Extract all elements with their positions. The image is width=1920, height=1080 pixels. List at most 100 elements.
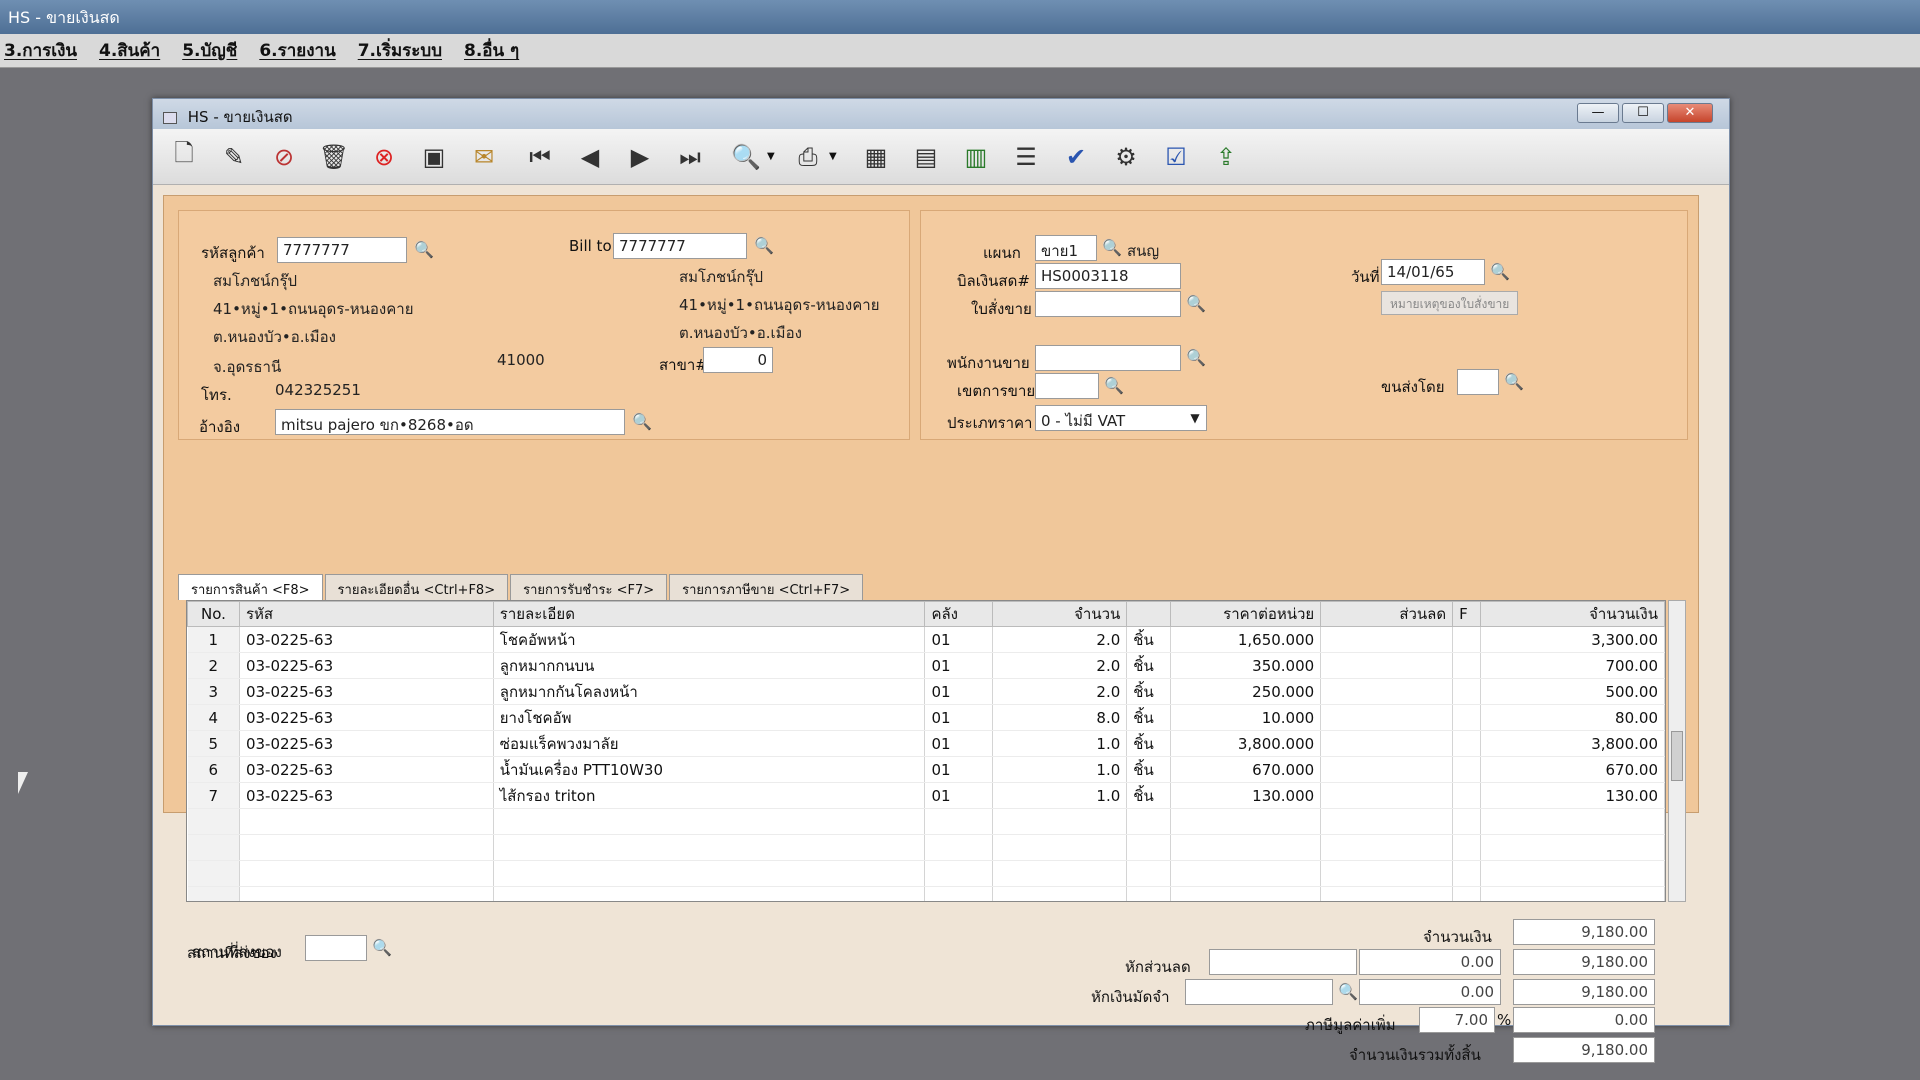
row-code[interactable]: 03-0225-63 — [239, 678, 494, 705]
row-unit[interactable]: ชิ้น — [1126, 782, 1172, 809]
tab-payments[interactable]: รายการรับชำระ <F7> — [510, 574, 668, 600]
row-discount[interactable] — [1320, 808, 1454, 835]
row-discount[interactable] — [1320, 756, 1454, 783]
row-no[interactable]: 1 — [187, 626, 240, 653]
row-discount[interactable] — [1320, 782, 1454, 809]
col-warehouse[interactable]: คลัง — [924, 601, 994, 627]
row-amount[interactable]: 130.00 — [1480, 782, 1665, 809]
table-row[interactable] — [187, 834, 1665, 861]
row-warehouse[interactable] — [924, 860, 994, 887]
row-amount[interactable]: 3,800.00 — [1480, 730, 1665, 757]
row-no[interactable]: 6 — [187, 756, 240, 783]
row-flag[interactable] — [1452, 782, 1482, 809]
row-no[interactable] — [187, 886, 240, 901]
tools-icon[interactable]: ⚙ — [1107, 138, 1145, 176]
cash-drawer-icon[interactable]: ▥ — [957, 138, 995, 176]
table-row[interactable]: 3 03-0225-63 ลูกหมากกันโคลงหน้า 01 2.0 ชิ้น 25… — [187, 678, 1665, 705]
menu-other[interactable]: 8.อื่น ๆ — [464, 37, 519, 64]
row-description[interactable] — [493, 834, 926, 861]
department-input[interactable]: ขาย1 — [1035, 235, 1097, 261]
reference-input[interactable]: mitsu pajero ขก•8268•อด — [275, 409, 625, 435]
row-code[interactable]: 03-0225-63 — [239, 626, 494, 653]
row-description[interactable]: ลูกหมากกันโคลงหน้า — [493, 678, 926, 705]
row-unit-price[interactable] — [1170, 808, 1322, 835]
row-warehouse[interactable]: 01 — [924, 678, 994, 705]
row-discount[interactable] — [1320, 652, 1454, 679]
vat-rate-input[interactable]: 7.00 — [1419, 1007, 1495, 1033]
col-description[interactable]: รายละเอียด — [492, 601, 926, 627]
row-no[interactable] — [187, 834, 240, 861]
row-warehouse[interactable] — [924, 808, 994, 835]
next-record-icon[interactable]: ▶ — [621, 138, 659, 176]
row-code[interactable]: 03-0225-63 — [239, 782, 494, 809]
row-flag[interactable] — [1452, 704, 1482, 731]
menu-products[interactable]: 4.สินค้า — [99, 37, 160, 64]
register-icon[interactable]: ▤ — [907, 138, 945, 176]
row-amount[interactable] — [1480, 860, 1665, 887]
sales-order-input[interactable] — [1035, 291, 1181, 317]
tab-other-details[interactable]: รายละเอียดอื่น <Ctrl+F8> — [324, 574, 509, 600]
row-flag[interactable] — [1452, 730, 1482, 757]
row-discount[interactable] — [1320, 626, 1454, 653]
shipping-search-icon[interactable]: 🔍 — [1503, 371, 1525, 393]
row-description[interactable]: ไส้กรอง triton — [493, 782, 926, 809]
maximize-button[interactable]: ☐ — [1622, 103, 1664, 123]
deposit-search-icon[interactable]: 🔍 — [1337, 981, 1359, 1003]
row-unit-price[interactable]: 1,650.000 — [1170, 626, 1322, 653]
row-description[interactable] — [493, 860, 926, 887]
row-unit[interactable]: ชิ้น — [1126, 652, 1172, 679]
row-amount[interactable]: 3,300.00 — [1480, 626, 1665, 653]
row-description[interactable]: ยางโชคอัพ — [493, 704, 926, 731]
row-unit-price[interactable] — [1170, 834, 1322, 861]
print-icon[interactable]: ⎙ — [789, 138, 827, 176]
export-icon[interactable]: ⇪ — [1207, 138, 1245, 176]
grid-scrollbar[interactable] — [1668, 600, 1686, 902]
table-row[interactable] — [187, 808, 1665, 835]
department-search-icon[interactable]: 🔍 — [1101, 237, 1123, 259]
row-description[interactable]: น้ำมันเครื่อง PTT10W30 — [493, 756, 926, 783]
trash-icon[interactable]: 🗑 — [315, 138, 353, 176]
row-discount[interactable] — [1320, 704, 1454, 731]
row-description[interactable]: ลูกหมากกนบน — [493, 652, 926, 679]
row-warehouse[interactable]: 01 — [924, 730, 994, 757]
discount-text-input[interactable] — [1209, 949, 1357, 975]
row-code[interactable] — [239, 886, 494, 901]
row-warehouse[interactable]: 01 — [924, 704, 994, 731]
row-unit[interactable]: ชิ้น — [1126, 626, 1172, 653]
row-amount[interactable]: 700.00 — [1480, 652, 1665, 679]
row-code[interactable] — [239, 860, 494, 887]
row-unit[interactable] — [1126, 860, 1172, 887]
price-type-select[interactable]: 0 - ไม่มี VAT ▼ — [1035, 405, 1207, 431]
money-icon[interactable]: ✉ — [465, 138, 503, 176]
table-row[interactable]: 5 03-0225-63 ซ่อมแร็คพวงมาลัย 01 1.0 ชิ้น 3,80… — [187, 730, 1665, 757]
row-unit-price[interactable] — [1170, 886, 1322, 901]
menu-accounts[interactable]: 5.บัญชี — [182, 37, 237, 64]
deposit-value[interactable]: 0.00 — [1359, 979, 1501, 1005]
menu-finance[interactable]: 3.การเงิน — [4, 37, 77, 64]
row-amount[interactable]: 670.00 — [1480, 756, 1665, 783]
col-quantity[interactable]: จำนวน — [992, 601, 1128, 627]
sales-order-note-button[interactable]: หมายเหตุของใบสั่งขาย — [1381, 291, 1519, 315]
salesman-search-icon[interactable]: 🔍 — [1185, 347, 1207, 369]
row-discount[interactable] — [1320, 678, 1454, 705]
row-no[interactable] — [187, 860, 240, 887]
salesman-input[interactable] — [1035, 345, 1181, 371]
row-quantity[interactable] — [992, 860, 1128, 887]
deposit-text-input[interactable] — [1185, 979, 1333, 1005]
row-flag[interactable] — [1452, 860, 1482, 887]
sales-area-search-icon[interactable]: 🔍 — [1103, 375, 1125, 397]
col-no[interactable]: No. — [187, 601, 240, 627]
shipping-input[interactable] — [1457, 369, 1499, 395]
tab-sales-tax[interactable]: รายการภาษีขาย <Ctrl+F7> — [669, 574, 864, 600]
row-flag[interactable] — [1452, 626, 1482, 653]
close-button[interactable]: ✕ — [1667, 103, 1713, 123]
row-quantity[interactable] — [992, 808, 1128, 835]
row-quantity[interactable]: 1.0 — [992, 756, 1128, 783]
row-discount[interactable] — [1320, 834, 1454, 861]
row-unit[interactable] — [1126, 808, 1172, 835]
edit-icon[interactable]: ✎ — [215, 138, 253, 176]
row-code[interactable]: 03-0225-63 — [239, 730, 494, 757]
last-record-icon[interactable]: ⏭ — [671, 138, 709, 176]
row-amount[interactable] — [1480, 834, 1665, 861]
sales-area-input[interactable] — [1035, 373, 1099, 399]
